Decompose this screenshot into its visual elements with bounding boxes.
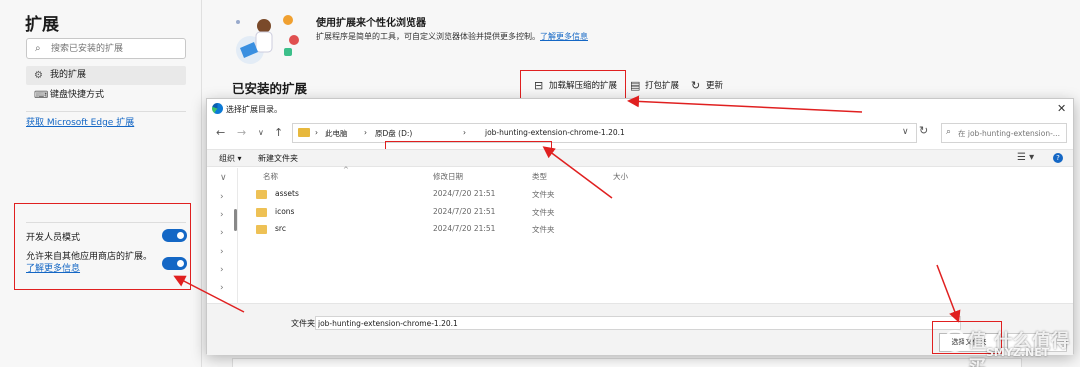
breadcrumb-this-pc[interactable]: 此电脑 xyxy=(325,128,348,139)
pack-icon: ▤ xyxy=(630,79,641,92)
annotation-box-developer-mode xyxy=(14,203,191,290)
hero-learn-more-link[interactable]: 了解更多信息 xyxy=(540,32,588,41)
chevron-down-icon[interactable]: ∨ xyxy=(902,127,909,137)
navigation-pane: ∨ › › › › › › xyxy=(207,168,238,303)
divider xyxy=(26,111,186,112)
chevron-right-icon[interactable]: › xyxy=(220,247,224,257)
column-header-size[interactable]: 大小 xyxy=(613,171,628,182)
file-name: assets xyxy=(275,189,299,198)
folder-field[interactable] xyxy=(315,316,961,330)
sidebar-item-label: 我的扩展 xyxy=(50,70,87,80)
address-bar[interactable]: › 此电脑 › 原D盘 (D:) › job-hunting-extension… xyxy=(292,123,917,143)
breadcrumb-drive[interactable]: 原D盘 (D:) xyxy=(375,128,412,139)
chevron-right-icon[interactable]: › xyxy=(220,283,224,293)
sidebar-item-my-extensions[interactable]: ⚙ 我的扩展 xyxy=(26,66,186,85)
extension-card xyxy=(232,358,1022,367)
chevron-right-icon[interactable]: › xyxy=(315,128,318,137)
file-list: ^ 名称 修改日期 类型 大小 assets 2024/7/20 21:51 文… xyxy=(240,166,1073,303)
file-row[interactable]: assets 2024/7/20 21:51 文件夹 xyxy=(252,186,722,203)
folder-icon xyxy=(256,190,267,199)
sidebar-item-keyboard-shortcuts[interactable]: ⌨ 键盘快捷方式 xyxy=(26,86,186,105)
file-row[interactable]: src 2024/7/20 21:51 文件夹 xyxy=(252,221,722,238)
keyboard-icon: ⌨ xyxy=(34,90,49,101)
up-arrow-icon[interactable]: ↑ xyxy=(274,126,283,139)
edge-icon xyxy=(212,103,223,114)
chevron-right-icon[interactable]: › xyxy=(463,128,466,137)
folder-icon xyxy=(256,225,267,234)
dialog-titlebar: 选择扩展目录。 ✕ xyxy=(207,99,1073,119)
folder-icon xyxy=(256,208,267,217)
file-date: 2024/7/20 21:51 xyxy=(433,189,496,198)
forward-icon[interactable]: → xyxy=(237,126,246,139)
chevron-right-icon[interactable]: › xyxy=(364,128,367,137)
refresh-icon[interactable]: ↻ xyxy=(919,124,928,137)
column-header-name[interactable]: 名称 xyxy=(263,171,278,182)
help-icon[interactable]: ? xyxy=(1053,153,1063,163)
pack-extension-label: 打包扩展 xyxy=(645,81,680,91)
file-name: src xyxy=(275,224,286,233)
chevron-right-icon[interactable]: › xyxy=(220,265,224,275)
file-type: 文件夹 xyxy=(532,225,555,234)
column-header-type[interactable]: 类型 xyxy=(532,171,547,182)
breadcrumb-current-folder[interactable]: job-hunting-extension-chrome-1.20.1 xyxy=(485,128,625,137)
back-icon[interactable]: ← xyxy=(216,126,225,139)
file-type: 文件夹 xyxy=(532,208,555,217)
chevron-down-icon[interactable]: ∨ xyxy=(220,173,227,183)
view-options-icon[interactable]: ☰ ▾ xyxy=(1017,152,1034,163)
file-type: 文件夹 xyxy=(532,190,555,199)
file-date: 2024/7/20 21:51 xyxy=(433,207,496,216)
refresh-icon: ↻ xyxy=(691,79,701,92)
new-folder-button[interactable]: 新建文件夹 xyxy=(258,153,298,164)
search-icon: ⌕ xyxy=(946,127,952,137)
organize-button[interactable]: 组织 ▾ xyxy=(219,153,242,164)
hero-description: 扩展程序是简单的工具，可自定义浏览器体验并提供更多控制。了解更多信息 xyxy=(316,31,588,42)
dialog-title: 选择扩展目录。 xyxy=(226,105,282,114)
scrollbar[interactable] xyxy=(234,209,237,231)
command-bar: 组织 ▾ 新建文件夹 ☰ ▾ ? xyxy=(207,149,1073,167)
update-button[interactable]: ↻ 更新 xyxy=(690,79,723,93)
file-date: 2024/7/20 21:51 xyxy=(433,224,496,233)
chevron-down-icon[interactable]: ∨ xyxy=(258,128,264,137)
annotation-box-load-unpacked xyxy=(520,70,626,100)
watermark: 值 什么值得买 SMYZ.NET xyxy=(940,326,1076,367)
chevron-right-icon[interactable]: › xyxy=(220,192,224,202)
column-header-date[interactable]: 修改日期 xyxy=(433,171,463,182)
watermark-logo-icon xyxy=(944,330,966,352)
chevron-right-icon[interactable]: › xyxy=(220,228,224,238)
folder-label: 文件夹: xyxy=(291,319,318,328)
sort-up-icon: ^ xyxy=(343,166,349,174)
dialog-search-input[interactable] xyxy=(958,127,1064,139)
file-row[interactable]: icons 2024/7/20 21:51 文件夹 xyxy=(252,204,722,221)
dialog-nav-row: ← → ∨ ↑ › 此电脑 › 原D盘 (D:) › job-hunting-e… xyxy=(207,119,1073,162)
search-icon: ⌕ xyxy=(35,43,41,54)
folder-picker-dialog: 选择扩展目录。 ✕ ← → ∨ ↑ › 此电脑 › 原D盘 (D:) › job… xyxy=(206,98,1074,355)
chevron-right-icon[interactable]: › xyxy=(220,210,224,220)
sidebar-title: 扩展 xyxy=(25,15,59,35)
close-icon[interactable]: ✕ xyxy=(1057,102,1066,115)
sidebar: 扩展 ⌕ ⚙ 我的扩展 ⌨ 键盘快捷方式 获取 Microsoft Edge 扩… xyxy=(0,0,202,367)
sidebar-item-label: 键盘快捷方式 xyxy=(50,90,105,100)
installed-extensions-heading: 已安装的扩展 xyxy=(232,81,308,96)
hero-description-text: 扩展程序是简单的工具，可自定义浏览器体验并提供更多控制。 xyxy=(316,32,540,41)
get-extensions-link[interactable]: 获取 Microsoft Edge 扩展 xyxy=(26,115,134,128)
hero-illustration xyxy=(232,12,302,64)
extensions-icon: ⚙ xyxy=(34,70,43,81)
search-box[interactable]: ⌕ xyxy=(26,38,186,59)
folder-input[interactable] xyxy=(318,318,958,329)
watermark-sub-text: SMYZ.NET xyxy=(986,346,1050,359)
hero-title: 使用扩展来个性化浏览器 xyxy=(316,18,426,29)
file-name: icons xyxy=(275,207,295,216)
update-label: 更新 xyxy=(706,81,724,91)
search-input[interactable] xyxy=(51,41,181,56)
pack-extension-button[interactable]: ▤ 打包扩展 xyxy=(629,79,679,93)
dialog-search-box[interactable]: ⌕ xyxy=(941,123,1067,143)
folder-icon xyxy=(298,128,310,137)
